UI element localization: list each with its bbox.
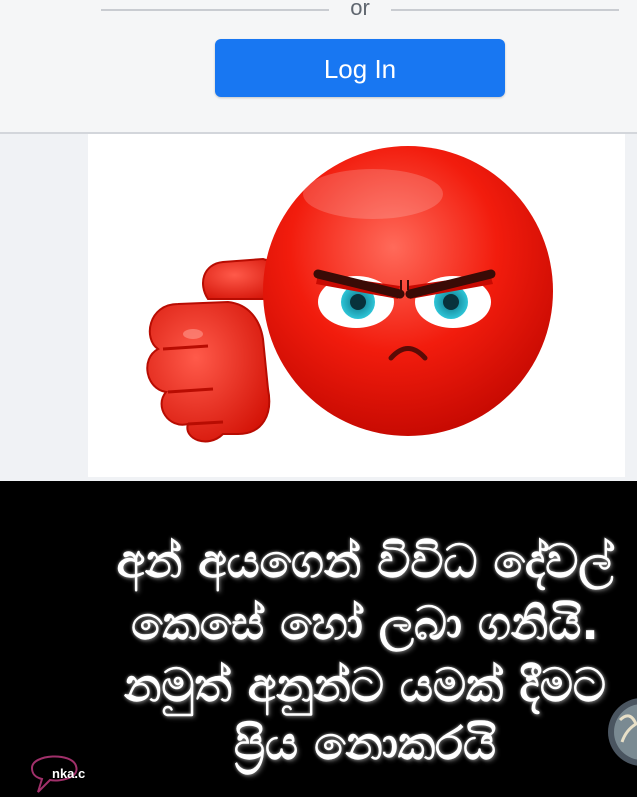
angry-emoji-image[interactable] xyxy=(88,134,625,477)
divider-line-left xyxy=(101,9,329,11)
quote-line: නමුත් අනුන්ට යමක් දීමට xyxy=(123,658,606,712)
watermark-text: nka.c xyxy=(52,766,86,781)
quote-line: ප්‍රිය නොකරයි xyxy=(233,716,497,770)
quote-line: අන් අයගෙන් විවිධ දේවල් xyxy=(116,534,614,588)
quote-line: කෙසේ හෝ ලබා ගනියි. xyxy=(131,596,599,650)
quote-image[interactable]: අන් අයගෙන් විවිධ දේවල් කෙසේ හෝ ලබා ගනියි… xyxy=(0,481,637,797)
divider-line-right xyxy=(391,9,619,11)
angry-emoji-icon xyxy=(146,146,553,443)
login-button[interactable]: Log In xyxy=(215,39,505,97)
login-panel: or Log In xyxy=(0,0,637,132)
thumbs-down-icon xyxy=(146,257,283,443)
ornament-icon xyxy=(608,698,637,766)
or-divider-label: or xyxy=(350,0,370,20)
